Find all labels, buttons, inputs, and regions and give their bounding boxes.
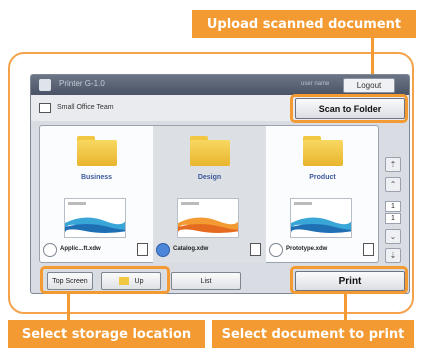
- connector-bottom-right: [344, 294, 347, 320]
- window-title: Printer G-1.0: [59, 79, 105, 88]
- document-icon: [250, 243, 261, 256]
- document-icon: [363, 243, 374, 256]
- folder-product[interactable]: Product: [266, 126, 379, 194]
- document-radio-selected[interactable]: [156, 243, 170, 257]
- document-radio[interactable]: [43, 243, 57, 257]
- document-item[interactable]: Prototype.xdw: [266, 194, 379, 263]
- list-label: List: [200, 277, 212, 285]
- folder-icon: [39, 103, 51, 113]
- document-name: Catalog.xdw: [173, 246, 209, 252]
- scan-highlight: [290, 94, 408, 123]
- storage-highlight: [40, 266, 170, 294]
- document-radio[interactable]: [269, 243, 283, 257]
- pager: ⇡ ⌃ 1 1 ⌄ ⇣: [383, 129, 405, 265]
- scroll-top-button[interactable]: ⇡: [385, 157, 401, 172]
- print-callout: Select document to print: [212, 320, 414, 348]
- scroll-up-button[interactable]: ⌃: [385, 177, 401, 192]
- folder-icon: [77, 136, 117, 166]
- folder-icon: [303, 136, 343, 166]
- folder-business[interactable]: Business: [40, 126, 153, 194]
- print-highlight: [290, 266, 408, 294]
- user-label: user name: [301, 81, 330, 87]
- upload-callout: Upload scanned document: [192, 10, 416, 38]
- document-name: Prototype.xdw: [286, 246, 328, 252]
- path-label: Small Office Team: [57, 104, 114, 111]
- folder-label: Business: [80, 174, 113, 181]
- storage-callout: Select storage location: [8, 320, 205, 348]
- list-button[interactable]: List: [171, 272, 241, 290]
- document-icon: [137, 243, 148, 256]
- app-icon: [39, 79, 51, 91]
- document-thumbnail: [64, 198, 126, 238]
- logout-button[interactable]: Logout: [343, 78, 395, 93]
- connector-top: [371, 38, 374, 76]
- scroll-bottom-button[interactable]: ⇣: [385, 248, 401, 263]
- scroll-down-button[interactable]: ⌄: [385, 229, 401, 244]
- folder-design[interactable]: Design: [153, 126, 266, 194]
- title-bar: Printer G-1.0 user name Logout: [31, 75, 409, 95]
- folder-label: Design: [197, 174, 222, 181]
- document-thumbnail: [177, 198, 239, 238]
- document-thumbnail: [290, 198, 352, 238]
- page-current: 1: [385, 201, 401, 212]
- folder-label: Product: [309, 174, 336, 181]
- page-total: 1: [385, 213, 401, 224]
- document-item[interactable]: Applic...ft.xdw: [40, 194, 153, 263]
- document-name: Applic...ft.xdw: [60, 246, 101, 252]
- file-grid: Business Design Product Applic...ft.xdw: [39, 125, 379, 263]
- connector-bottom-left: [67, 294, 70, 320]
- document-item[interactable]: Catalog.xdw: [153, 194, 266, 263]
- folder-icon: [190, 136, 230, 166]
